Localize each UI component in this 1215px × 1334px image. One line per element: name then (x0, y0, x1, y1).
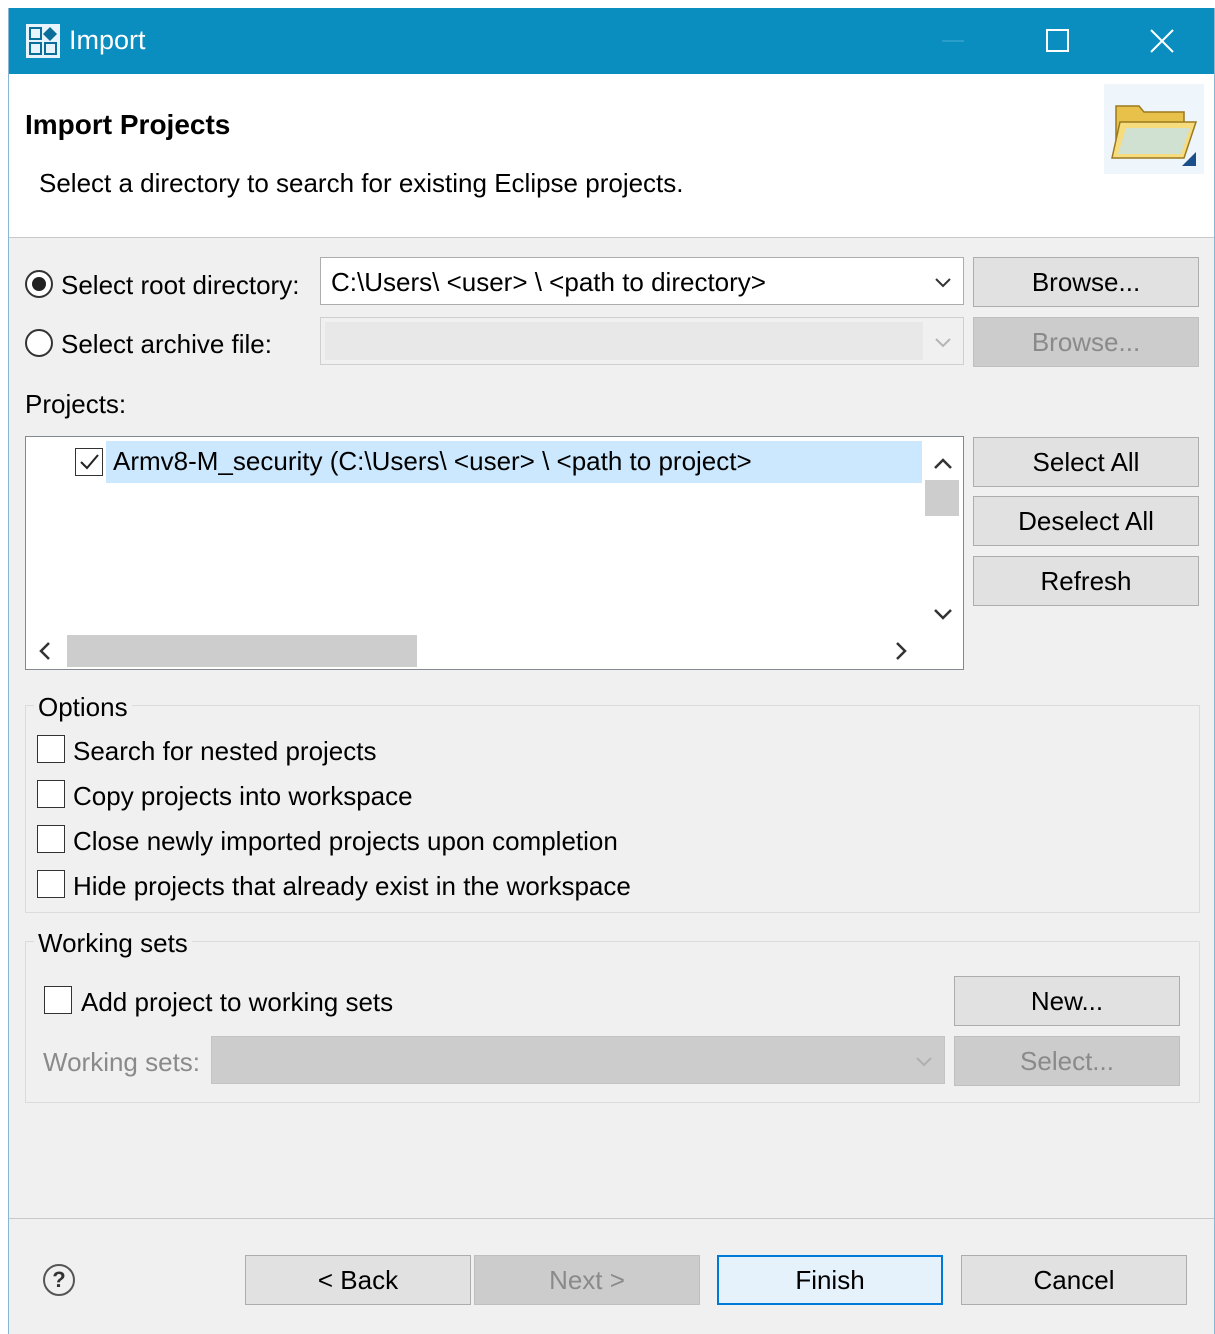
projects-label: Projects: (25, 389, 127, 419)
nested-projects-checkbox[interactable] (37, 735, 65, 763)
new-working-set-button[interactable]: New... (954, 976, 1180, 1026)
maximize-button[interactable] (1007, 8, 1112, 74)
vertical-scroll-thumb[interactable] (925, 480, 959, 516)
horizontal-scroll-thumb[interactable] (67, 635, 417, 667)
window-title: Import (69, 25, 146, 55)
root-directory-combo[interactable]: C:\Users\ <user> \ <path to directory> (320, 257, 964, 305)
copy-projects-label: Copy projects into workspace (73, 781, 413, 811)
footer-divider (9, 1218, 1214, 1219)
deselect-all-button[interactable]: Deselect All (973, 496, 1199, 546)
wizard-header: Import Projects Select a directory to se… (9, 74, 1214, 238)
open-folder-icon (1104, 84, 1204, 174)
archive-file-input (325, 322, 923, 360)
chevron-down-icon[interactable] (914, 1051, 934, 1071)
archive-file-combo[interactable] (320, 317, 964, 365)
chevron-right-icon[interactable] (883, 633, 923, 669)
project-checkbox[interactable] (75, 448, 103, 476)
chevron-down-icon[interactable] (933, 332, 953, 352)
add-working-sets-label: Add project to working sets (81, 987, 394, 1017)
chevron-down-icon[interactable] (933, 272, 953, 292)
minimize-icon (942, 40, 964, 42)
hide-existing-checkbox[interactable] (37, 870, 65, 898)
options-title: Options (34, 692, 132, 723)
root-browse-button[interactable]: Browse... (973, 257, 1199, 307)
refresh-button[interactable]: Refresh (973, 556, 1199, 606)
close-imported-checkbox[interactable] (37, 825, 65, 853)
chevron-up-icon[interactable] (923, 444, 963, 484)
finish-button[interactable]: Finish (717, 1255, 943, 1305)
page-description: Select a directory to search for existin… (39, 168, 684, 198)
working-sets-title: Working sets (34, 928, 192, 959)
cancel-button[interactable]: Cancel (961, 1255, 1187, 1305)
archive-browse-button[interactable]: Browse... (973, 317, 1199, 367)
close-button[interactable] (1111, 8, 1215, 74)
help-icon[interactable]: ? (43, 1264, 75, 1296)
hide-existing-label: Hide projects that already exist in the … (73, 871, 631, 901)
add-working-sets-checkbox[interactable] (44, 986, 72, 1014)
minimize-button[interactable] (902, 8, 1007, 74)
import-app-icon (26, 24, 60, 58)
page-title: Import Projects (25, 109, 231, 140)
checkmark-icon (80, 454, 99, 470)
archive-file-label: Select archive file: (61, 329, 272, 359)
select-all-button[interactable]: Select All (973, 437, 1199, 487)
import-dialog: Import Import Projects Select a director… (8, 8, 1215, 1334)
chevron-left-icon[interactable] (27, 633, 67, 669)
root-directory-value: C:\Users\ <user> \ <path to directory> (331, 267, 766, 297)
vertical-scrollbar[interactable] (923, 438, 963, 634)
next-button[interactable]: Next > (474, 1255, 700, 1305)
close-icon (1150, 29, 1174, 53)
close-imported-label: Close newly imported projects upon compl… (73, 826, 618, 856)
chevron-down-icon[interactable] (923, 594, 963, 634)
archive-file-radio[interactable] (25, 329, 53, 357)
root-directory-radio[interactable] (25, 270, 53, 298)
projects-list[interactable]: Armv8-M_security (C:\Users\ <user> \ <pa… (25, 436, 964, 670)
maximize-icon (1046, 29, 1069, 52)
nested-projects-label: Search for nested projects (73, 736, 377, 766)
copy-projects-checkbox[interactable] (37, 780, 65, 808)
working-sets-combo[interactable] (211, 1036, 945, 1084)
root-directory-label: Select root directory: (61, 270, 300, 300)
project-label: Armv8-M_security (C:\Users\ <user> \ <pa… (113, 446, 752, 476)
horizontal-scrollbar[interactable] (27, 633, 963, 669)
back-button[interactable]: < Back (245, 1255, 471, 1305)
select-working-set-button[interactable]: Select... (954, 1036, 1180, 1086)
working-sets-label: Working sets: (43, 1047, 201, 1077)
title-bar[interactable]: Import (9, 8, 1214, 74)
